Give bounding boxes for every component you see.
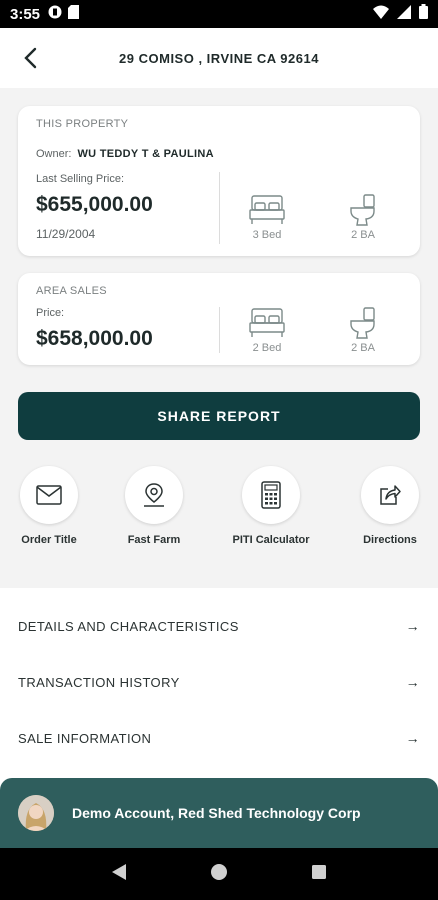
list-item-details[interactable]: DETAILS AND CHARACTERISTICS →: [0, 598, 438, 654]
arrow-right-icon: →: [405, 730, 420, 746]
report-content: THIS PROPERTY Owner: WU TEDDY T & PAULINA…: [0, 88, 438, 588]
triangle-back-icon: [112, 863, 127, 880]
system-nav-bar: [0, 848, 438, 900]
area-price: $658,000.00: [36, 327, 153, 350]
map-pin-icon: [144, 483, 164, 507]
piti-calculator-action[interactable]: PITI Calculator: [226, 466, 316, 546]
arrow-right-icon: →: [405, 674, 420, 690]
owner-label: Owner:: [36, 148, 72, 160]
circle-home-icon: [210, 863, 227, 880]
signal-icon: [397, 4, 411, 24]
bath-label: 2 BA: [351, 229, 375, 241]
status-time: 3:55: [10, 5, 41, 23]
owner-row: Owner: WU TEDDY T & PAULINA: [36, 148, 214, 160]
bed-count: 2 Bed: [237, 307, 297, 354]
status-bar: 3:55: [0, 0, 438, 28]
fast-farm-action[interactable]: Fast Farm: [109, 466, 199, 546]
bed-count: 3 Bed: [237, 194, 297, 241]
arrow-right-icon: →: [405, 618, 420, 634]
toilet-icon: [350, 194, 375, 226]
calculator-icon: [261, 481, 281, 509]
report-links-list: DETAILS AND CHARACTERISTICS → TRANSACTIO…: [0, 598, 438, 766]
owner-name: WU TEDDY T & PAULINA: [77, 148, 214, 160]
card-divider: [219, 172, 220, 244]
directions-action[interactable]: Directions: [345, 466, 435, 546]
share-report-button[interactable]: SHARE REPORT: [18, 392, 420, 440]
bath-count: 2 BA: [333, 307, 393, 354]
this-property-card: THIS PROPERTY Owner: WU TEDDY T & PAULINA…: [18, 106, 420, 256]
fast-farm-button[interactable]: [125, 466, 183, 524]
app-header: 29 COMISO , IRVINE CA 92614: [0, 28, 438, 88]
battery-icon: [419, 4, 428, 24]
bath-label: 2 BA: [351, 342, 375, 354]
bed-label: 2 Bed: [252, 342, 282, 354]
directions-label: Directions: [363, 534, 417, 546]
order-title-button[interactable]: [20, 466, 78, 524]
piti-calculator-button[interactable]: [242, 466, 300, 524]
list-item-transaction-history[interactable]: TRANSACTION HISTORY →: [0, 654, 438, 710]
list-item-label: SALE INFORMATION: [18, 730, 152, 746]
account-name: Demo Account, Red Shed Technology Corp: [72, 805, 361, 821]
bed-label: 3 Bed: [252, 229, 282, 241]
toilet-icon: [350, 307, 375, 339]
bath-count: 2 BA: [333, 194, 393, 241]
piti-calculator-label: PITI Calculator: [232, 534, 310, 546]
envelope-icon: [36, 485, 62, 505]
nav-back-button[interactable]: [111, 863, 127, 886]
section-title: THIS PROPERTY: [36, 118, 129, 130]
sd-card-icon: [68, 4, 80, 24]
back-arrow-icon: [24, 47, 37, 69]
price-label: Last Selling Price:: [36, 173, 125, 185]
app-notification-icon: [48, 5, 62, 24]
order-title-label: Order Title: [21, 534, 77, 546]
list-item-sale-information[interactable]: SALE INFORMATION →: [0, 710, 438, 766]
list-item-label: TRANSACTION HISTORY: [18, 674, 180, 690]
account-bar[interactable]: Demo Account, Red Shed Technology Corp: [0, 778, 438, 848]
page-title: 29 COMISO , IRVINE CA 92614: [119, 50, 319, 66]
share-arrow-icon: [380, 485, 401, 505]
order-title-action[interactable]: Order Title: [4, 466, 94, 546]
card-divider: [219, 307, 220, 353]
avatar: [18, 795, 54, 831]
fast-farm-label: Fast Farm: [127, 534, 181, 546]
square-recents-icon: [311, 864, 326, 879]
back-button[interactable]: [14, 42, 46, 74]
nav-recents-button[interactable]: [311, 864, 327, 885]
wifi-icon: [373, 5, 389, 24]
directions-button[interactable]: [361, 466, 419, 524]
bed-icon: [249, 308, 285, 337]
section-title: AREA SALES: [36, 285, 107, 297]
list-item-label: DETAILS AND CHARACTERISTICS: [18, 618, 239, 634]
sale-date: 11/29/2004: [36, 227, 96, 241]
price-label: Price:: [36, 307, 65, 319]
last-selling-price: $655,000.00: [36, 193, 153, 216]
bed-icon: [249, 195, 285, 224]
nav-home-button[interactable]: [210, 863, 228, 886]
area-sales-card: AREA SALES Price: $658,000.00 2 Bed 2 BA: [18, 273, 420, 365]
